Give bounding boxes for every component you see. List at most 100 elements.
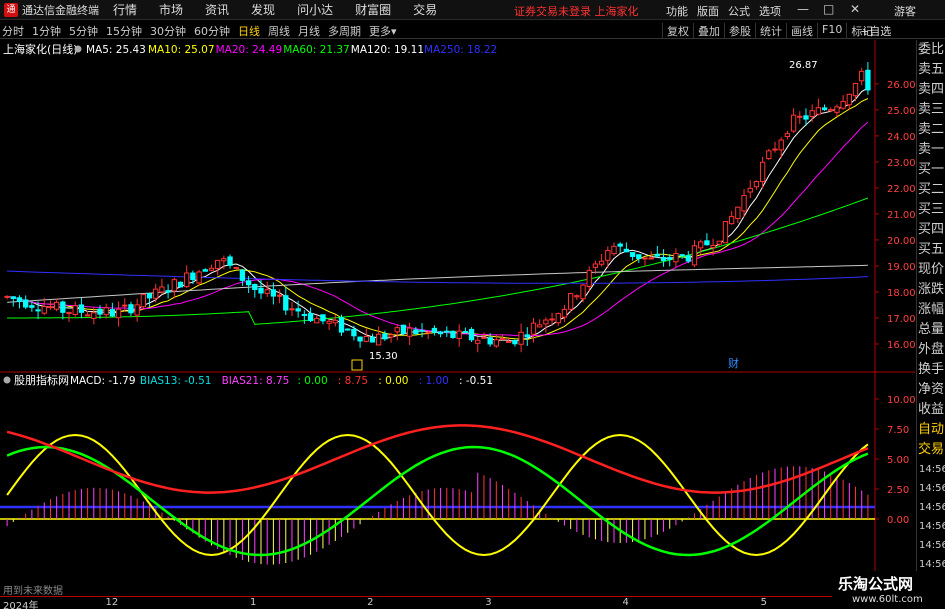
tool-f10[interactable]: F10 [817, 23, 846, 39]
candle-body-113 [704, 240, 710, 246]
candle-body-76 [475, 339, 481, 344]
ind-legend-3: : 0.00 [297, 375, 327, 387]
minimize-icon[interactable]: — [797, 2, 809, 16]
menu-formula[interactable]: 公式 [728, 3, 750, 19]
sidebar-item-17[interactable]: 净资 [917, 380, 945, 400]
period-tab-8[interactable]: 月线 [298, 23, 320, 39]
candle-body-99 [617, 243, 623, 247]
menu-market[interactable]: 市场 [159, 1, 183, 18]
period-tab-7[interactable]: 周线 [268, 23, 290, 39]
stock-title: 上海家化(日线) [3, 42, 78, 56]
watermark: 乐淘公式网 www.60lt.com [832, 571, 945, 609]
tool-adjust[interactable]: 复权 [662, 23, 693, 39]
menu-function[interactable]: 功能 [666, 3, 688, 19]
candle-body-98 [611, 245, 617, 255]
sidebar-item-16[interactable]: 换手 [917, 360, 945, 380]
tool-overlay[interactable]: 叠加 [693, 23, 724, 39]
period-tab-6[interactable]: 日线 [238, 23, 260, 39]
candle-body-101 [629, 252, 636, 257]
maximize-icon[interactable]: □ [823, 2, 834, 16]
candle-body-86 [537, 324, 543, 328]
sidebar-item-11[interactable]: 现价 [917, 260, 945, 280]
period-tab-0[interactable]: 分时 [2, 23, 24, 39]
sidebar-item-1[interactable]: 卖五 [917, 60, 945, 80]
sidebar-item-18[interactable]: 收益 [917, 400, 945, 420]
main-settings-icon[interactable] [74, 45, 82, 53]
future-data-notice: 用到未来数据 [3, 586, 63, 597]
tool-draw[interactable]: 画线 [786, 23, 817, 39]
sidebar-item-13[interactable]: 涨幅 [917, 300, 945, 320]
indicator-name[interactable]: 股朋指标网 [14, 373, 69, 387]
menu-trade[interactable]: 交易 [413, 1, 437, 18]
sidebar-item-7[interactable]: 买二 [917, 180, 945, 200]
menu-quotes[interactable]: 行情 [113, 1, 137, 18]
period-tab-4[interactable]: 30分钟 [150, 23, 186, 39]
financial-report-marker[interactable]: 财 [728, 356, 739, 370]
menu-assistant[interactable]: 问小达 [297, 1, 333, 18]
ind-legend-4: : 8.75 [338, 375, 368, 387]
candle-body-0 [4, 295, 10, 298]
ind-legend-2: BIAS21: 8.75 [222, 375, 290, 387]
guest-login[interactable]: 游客 [894, 3, 916, 19]
period-tab-1[interactable]: 1分钟 [32, 23, 61, 39]
sidebar-item-4[interactable]: 卖二 [917, 120, 945, 140]
close-icon[interactable]: ✕ [850, 2, 860, 16]
period-tab-10[interactable]: 更多▾ [369, 23, 397, 39]
candle-body-2 [16, 297, 23, 302]
tool-stats[interactable]: 统计 [755, 23, 786, 39]
right-menu: 功能 版面 公式 选项 [666, 3, 790, 19]
sidebar-item-15[interactable]: 外盘 [917, 340, 945, 360]
menu-wealth[interactable]: 财富圈 [355, 1, 391, 18]
app-logo-icon: 通 [4, 2, 18, 17]
trade-time-1: 14:56 [919, 483, 945, 494]
login-status[interactable]: 证券交易未登录 上海家化 [514, 3, 639, 19]
period-tab-2[interactable]: 5分钟 [69, 23, 98, 39]
indicator-curve-1 [6, 445, 869, 557]
candle-body-26 [165, 290, 171, 293]
candle-body-61 [382, 333, 388, 340]
sidebar-item-5[interactable]: 卖一 [917, 140, 945, 160]
sidebar-item-2[interactable]: 卖四 [917, 80, 945, 100]
title-bar: 通 通达信金融终端 行情 市场 资讯 发现 问小达 财富圈 交易 证券交易未登录… [0, 0, 945, 20]
candle-body-10 [66, 311, 72, 314]
candle-body-25 [159, 286, 165, 293]
menu-news[interactable]: 资讯 [205, 1, 229, 18]
ind-tick-4: 0.00 [887, 515, 909, 526]
sidebar-item-8[interactable]: 买三 [917, 200, 945, 220]
tool-compare[interactable]: 参股 [724, 23, 755, 39]
candle-body-88 [549, 318, 555, 321]
candle-body-16 [103, 307, 109, 316]
sidebar-auto-1[interactable]: 交易 [917, 440, 945, 460]
sidebar-item-9[interactable]: 买四 [917, 220, 945, 240]
candle-body-107 [667, 257, 673, 260]
candle-body-38 [239, 269, 246, 281]
candle-body-106 [660, 256, 667, 261]
candle-body-67 [419, 329, 425, 332]
sidebar-auto-0[interactable]: 自动 [917, 420, 945, 440]
date-tick-4: 3 [485, 597, 492, 608]
indicator-settings-icon[interactable] [3, 376, 11, 384]
candle-body-134 [834, 106, 840, 113]
sidebar-item-0[interactable]: 委比 [917, 40, 945, 60]
indicator-curve-0 [6, 433, 869, 557]
candle-body-45 [283, 295, 289, 311]
candle-body-50 [314, 317, 320, 324]
sidebar-item-14[interactable]: 总量 [917, 320, 945, 340]
menu-options[interactable]: 选项 [759, 3, 781, 19]
candle-body-127 [790, 114, 797, 132]
sidebar-item-3[interactable]: 卖三 [917, 100, 945, 120]
add-favorite-button[interactable]: +自选 [860, 23, 891, 39]
ind-tick-0: 10.00 [887, 395, 915, 406]
kline-chart[interactable]: 26.00 25.00 24.00 23.00 22.00 21.00 20.00 19.00… [0, 40, 915, 595]
menu-discover[interactable]: 发现 [251, 1, 275, 18]
period-tab-9[interactable]: 多周期 [328, 23, 361, 39]
period-tab-5[interactable]: 60分钟 [194, 23, 230, 39]
price-tick-7: 19.00 [887, 262, 915, 273]
sidebar-item-6[interactable]: 买一 [917, 160, 945, 180]
sidebar-item-10[interactable]: 买五 [917, 240, 945, 260]
sidebar-item-12[interactable]: 涨跌 [917, 280, 945, 300]
candle-body-3 [23, 299, 29, 308]
event-marker-icon[interactable] [351, 359, 363, 371]
period-tab-3[interactable]: 15分钟 [106, 23, 142, 39]
menu-layout[interactable]: 版面 [697, 3, 719, 19]
